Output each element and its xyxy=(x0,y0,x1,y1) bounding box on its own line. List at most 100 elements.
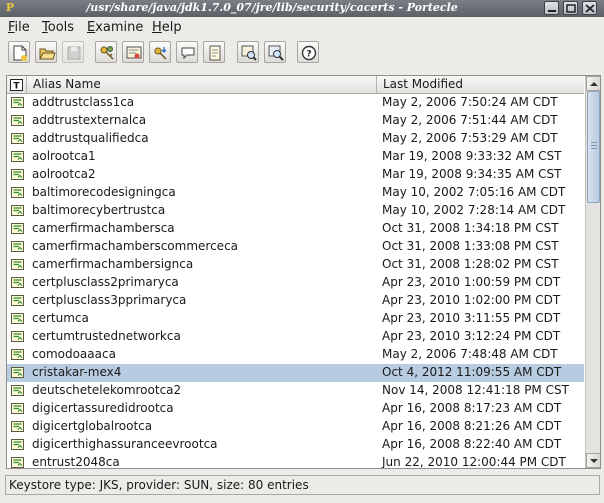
toolbar: ? xyxy=(0,38,604,68)
certificate-icon xyxy=(126,46,142,59)
import-trusted-certificate-button[interactable] xyxy=(122,41,144,63)
alias-cell: camerfirmachamberscommerceca xyxy=(32,239,239,253)
table-row[interactable]: aolrootca1 Mar 19, 2008 9:33:32 AM CST xyxy=(7,148,584,166)
last-modified-cell: May 10, 2002 7:28:14 AM CDT xyxy=(382,203,566,217)
table-row[interactable]: baltimorecybertrustca May 10, 2002 7:28:1… xyxy=(7,202,584,220)
table-row[interactable]: camerfirmachamberscommerceca Oct 31, 2008… xyxy=(7,238,584,256)
last-modified-cell: May 2, 2006 7:53:29 AM CDT xyxy=(382,131,558,145)
last-modified-cell: May 2, 2006 7:51:44 AM CDT xyxy=(382,113,558,127)
set-password-button[interactable] xyxy=(203,41,225,63)
trusted-certificate-icon xyxy=(11,223,24,234)
column-header-last-modified[interactable]: Last Modified xyxy=(377,76,584,94)
alias-cell: certplusclass2primaryca xyxy=(32,275,179,289)
status-bar: Keystore type: JKS, provider: SUN, size:… xyxy=(5,475,600,495)
table-row[interactable]: camerfirmachambersignca Oct 31, 2008 1:28… xyxy=(7,256,584,274)
menu-help[interactable]: Help xyxy=(152,20,182,35)
alias-cell: baltimorecodesigningca xyxy=(32,185,176,199)
last-modified-cell: Apr 16, 2008 8:22:40 AM CDT xyxy=(382,437,562,451)
table-row[interactable]: addtrustqualifiedca May 2, 2006 7:53:29 A… xyxy=(7,130,584,148)
table-row[interactable]: camerfirmachambersca Oct 31, 2008 1:34:18… xyxy=(7,220,584,238)
open-keystore-button[interactable] xyxy=(35,41,57,63)
table-row[interactable]: aolrootca2 Mar 19, 2008 9:34:35 AM CST xyxy=(7,166,584,184)
keystore-entries-table[interactable]: T Alias Name Last Modified addtrustclass… xyxy=(6,75,601,469)
last-modified-cell: Apr 23, 2010 3:11:55 PM CDT xyxy=(382,311,561,325)
trusted-certificate-icon xyxy=(11,295,24,306)
table-row[interactable]: digicertassuredidrootca Apr 16, 2008 8:17… xyxy=(7,400,584,418)
alias-cell: certumtrustednetworkca xyxy=(32,329,181,343)
trusted-certificate-icon xyxy=(11,439,24,450)
trusted-certificate-icon xyxy=(11,97,24,108)
minimize-button[interactable] xyxy=(544,1,559,15)
trusted-certificate-icon xyxy=(11,421,24,432)
title-bar[interactable]: P /usr/share/java/jdk1.7.0_07/jre/lib/se… xyxy=(0,0,604,17)
table-row[interactable]: cristakar-mex4 Oct 4, 2012 11:09:55 AM CD… xyxy=(7,364,584,382)
examine-certificate-icon xyxy=(241,45,257,61)
svg-text:T: T xyxy=(13,82,20,92)
table-row[interactable]: addtrustexternalca May 2, 2006 7:51:44 AM… xyxy=(7,112,584,130)
table-body: addtrustclass1ca May 2, 2006 7:50:24 AM C… xyxy=(7,94,584,469)
trusted-certificate-icon xyxy=(11,187,24,198)
trusted-certificate-icon xyxy=(11,241,24,252)
status-text: Keystore type: JKS, provider: SUN, size:… xyxy=(9,478,309,492)
help-button[interactable]: ? xyxy=(297,41,319,63)
table-row[interactable]: digicertglobalrootca Apr 16, 2008 8:21:26… xyxy=(7,418,584,436)
table-row[interactable]: entrust2048ca Jun 22, 2010 12:00:44 PM CD… xyxy=(7,454,584,469)
import-key-icon xyxy=(154,47,167,60)
notepad-icon xyxy=(209,45,221,61)
table-row[interactable]: deutschetelekomrootca2 Nov 14, 2008 12:41… xyxy=(7,382,584,400)
last-modified-cell: Apr 23, 2010 1:00:59 PM CDT xyxy=(382,275,561,289)
trusted-certificate-icon xyxy=(11,313,24,324)
column-header-alias[interactable]: Alias Name xyxy=(27,76,377,94)
last-modified-cell: Oct 31, 2008 1:28:02 PM CST xyxy=(382,257,559,271)
table-row[interactable]: certumca Apr 23, 2010 3:11:55 PM CDT xyxy=(7,310,584,328)
last-modified-cell: Jun 22, 2010 12:00:44 PM CDT xyxy=(382,455,566,469)
table-row[interactable]: comodoaaaca May 2, 2006 7:48:48 AM CDT xyxy=(7,346,584,364)
menu-file[interactable]: File xyxy=(8,20,30,35)
last-modified-cell: Mar 19, 2008 9:33:32 AM CST xyxy=(382,149,562,163)
table-row[interactable]: certplusclass2primaryca Apr 23, 2010 1:00… xyxy=(7,274,584,292)
trusted-certificate-icon xyxy=(11,169,24,180)
trusted-certificate-icon xyxy=(11,367,24,378)
table-row[interactable]: certumtrustednetworkca Apr 23, 2010 3:12:… xyxy=(7,328,584,346)
save-keystore-button[interactable] xyxy=(62,41,84,63)
import-key-pair-button[interactable] xyxy=(149,41,171,63)
scroll-down-arrow-icon xyxy=(590,459,598,463)
alias-cell: cristakar-mex4 xyxy=(32,365,122,379)
new-keystore-button[interactable] xyxy=(8,41,30,63)
alias-cell: aolrootca1 xyxy=(32,149,96,163)
table-row[interactable]: baltimorecodesigningca May 10, 2002 7:05:… xyxy=(7,184,584,202)
vertical-scrollbar[interactable] xyxy=(585,76,600,468)
save-disk-icon xyxy=(67,46,81,60)
svg-text:?: ? xyxy=(306,50,311,60)
trusted-certificate-icon xyxy=(11,457,24,468)
table-row[interactable]: addtrustclass1ca May 2, 2006 7:50:24 AM C… xyxy=(7,94,584,112)
column-header-type[interactable]: T xyxy=(7,76,27,94)
alias-cell: aolrootca2 xyxy=(32,167,96,181)
scroll-down-button[interactable] xyxy=(586,453,600,468)
table-row[interactable]: digicerthighassuranceevrootca Apr 16, 200… xyxy=(7,436,584,454)
generate-key-pair-button[interactable] xyxy=(95,41,117,63)
trusted-certificate-icon xyxy=(11,349,24,360)
last-modified-cell: May 2, 2006 7:48:48 AM CDT xyxy=(382,347,558,361)
alias-cell: addtrustqualifiedca xyxy=(32,131,149,145)
scrollbar-thumb[interactable] xyxy=(587,91,600,203)
alias-cell: digicertglobalrootca xyxy=(32,419,153,433)
menu-tools[interactable]: Tools xyxy=(42,20,74,35)
keystore-report-button[interactable] xyxy=(176,41,198,63)
alias-cell: digicertassuredidrootca xyxy=(32,401,174,415)
examine-certificate-button[interactable] xyxy=(237,41,259,63)
close-button[interactable] xyxy=(582,1,597,15)
maximize-button[interactable] xyxy=(563,1,578,15)
scroll-up-button[interactable] xyxy=(586,76,600,91)
alias-cell: digicerthighassuranceevrootca xyxy=(32,437,218,451)
last-modified-cell: Apr 16, 2008 8:17:23 AM CDT xyxy=(382,401,562,415)
menu-examine[interactable]: Examine xyxy=(87,20,143,35)
alias-cell: camerfirmachambersignca xyxy=(32,257,194,271)
maximize-icon xyxy=(566,4,576,13)
table-row[interactable]: certplusclass3pprimaryca Apr 23, 2010 1:0… xyxy=(7,292,584,310)
alias-cell: camerfirmachambersca xyxy=(32,221,175,235)
last-modified-cell: Oct 31, 2008 1:34:18 PM CST xyxy=(382,221,559,235)
menu-bar: File Tools Examine Help xyxy=(0,17,604,38)
examine-crl-button[interactable] xyxy=(264,41,286,63)
last-modified-cell: May 2, 2006 7:50:24 AM CDT xyxy=(382,95,558,109)
